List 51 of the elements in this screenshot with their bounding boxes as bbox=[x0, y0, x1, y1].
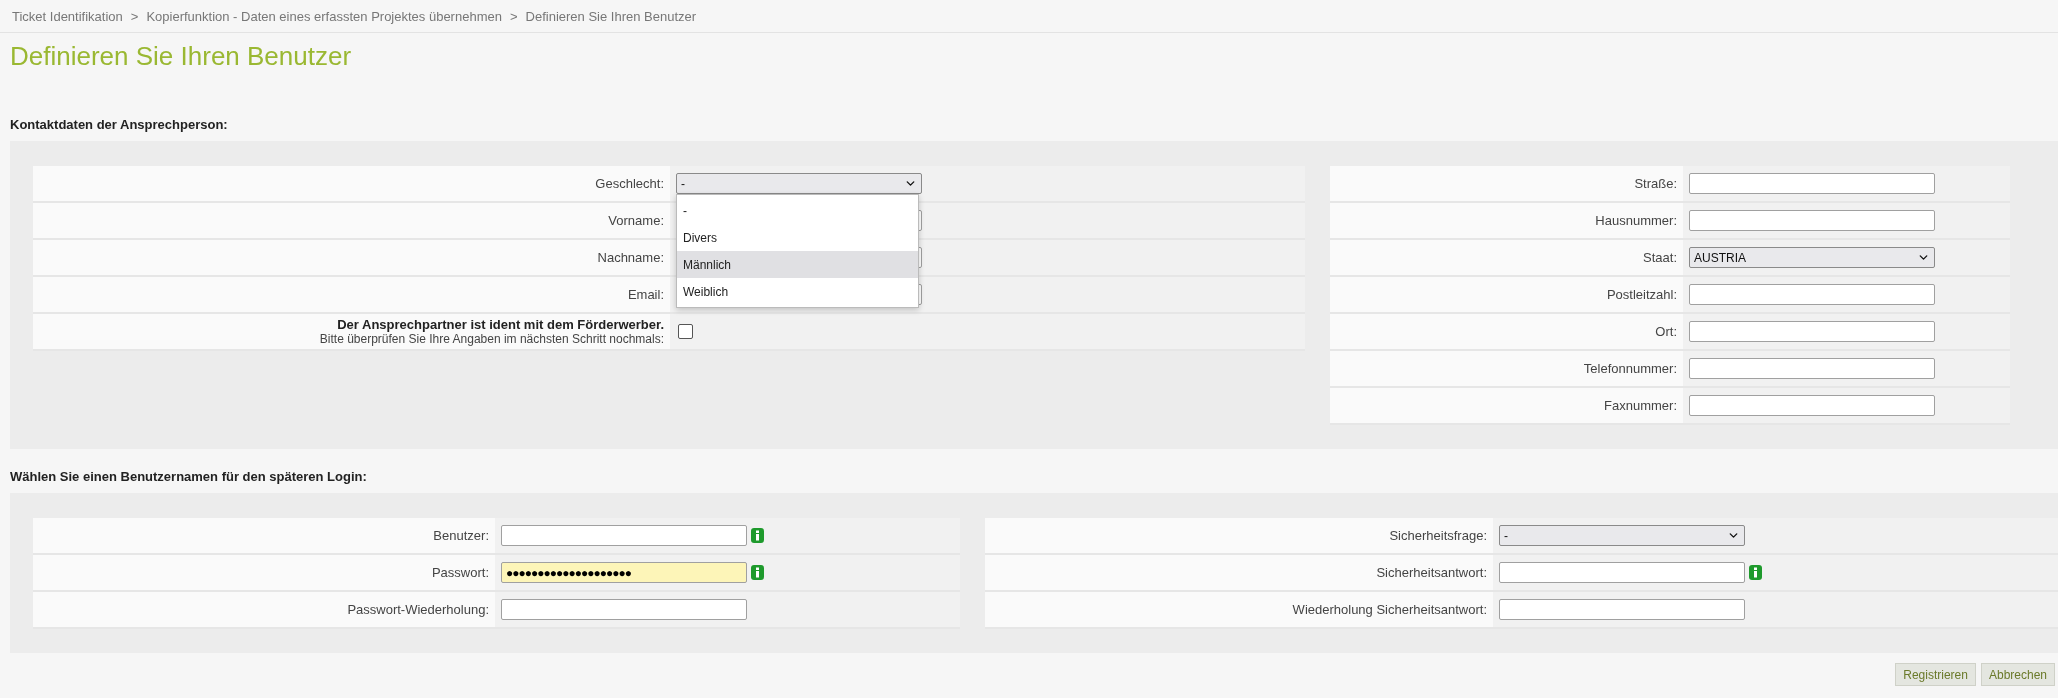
field-label: Sicherheitsfrage: bbox=[1389, 528, 1487, 543]
input-field[interactable] bbox=[1499, 562, 1745, 583]
input-field[interactable] bbox=[1689, 210, 1935, 231]
input-field[interactable] bbox=[1689, 173, 1935, 194]
breadcrumb-link[interactable]: Kopierfunktion - Daten eines erfassten Projektes übernehmen bbox=[146, 8, 502, 24]
select-field[interactable]: - bbox=[676, 173, 922, 194]
field-label: Faxnummer: bbox=[1604, 398, 1677, 413]
field-label: Telefonnummer: bbox=[1583, 361, 1677, 376]
input-field[interactable] bbox=[1689, 358, 1935, 379]
field-label: Postleitzahl: bbox=[1606, 287, 1677, 302]
field-label: Email: bbox=[627, 287, 664, 302]
field-label: Staat: bbox=[1643, 250, 1677, 265]
form-button[interactable]: Abbrechen bbox=[1980, 663, 2055, 686]
dropdown-option[interactable]: - bbox=[677, 197, 918, 224]
field-note: Bitte überprüfen Sie Ihre Angaben im nächsten Schritt nochmals: bbox=[319, 332, 664, 346]
field-label: Benutzer: bbox=[433, 528, 489, 543]
input-field[interactable] bbox=[501, 599, 747, 620]
section-heading: Kontaktdaten der Ansprechperson: bbox=[10, 116, 228, 132]
breadcrumb-link[interactable]: Ticket Identifikation bbox=[12, 8, 123, 24]
field-label: Wiederholung Sicherheitsantwort: bbox=[1292, 602, 1487, 617]
input-field[interactable] bbox=[1499, 599, 1745, 620]
section-heading: Wählen Sie einen Benutzernamen für den späteren Login: bbox=[10, 468, 367, 484]
field-label: Ort: bbox=[1655, 324, 1677, 339]
input-field[interactable] bbox=[501, 525, 747, 546]
field-label: Sicherheitsantwort: bbox=[1376, 565, 1487, 580]
dropdown-option[interactable]: Weiblich bbox=[677, 278, 918, 305]
dropdown-option[interactable]: Männlich bbox=[677, 251, 918, 278]
field-label: Der Ansprechpartner ist ident mit dem Förderwerber. bbox=[337, 317, 664, 332]
info-icon[interactable] bbox=[751, 528, 764, 543]
field-label: Straße: bbox=[1634, 176, 1677, 191]
select-field[interactable]: - bbox=[1499, 525, 1745, 546]
field-label: Nachname: bbox=[597, 250, 664, 265]
input-field[interactable] bbox=[1689, 284, 1935, 305]
form-button[interactable]: Registrieren bbox=[1895, 663, 1976, 686]
select-field[interactable]: AUSTRIA bbox=[1689, 247, 1935, 268]
input-field[interactable] bbox=[1689, 395, 1935, 416]
breadcrumb-separator: > bbox=[130, 8, 139, 24]
field-label: Geschlecht: bbox=[595, 176, 664, 191]
checkbox[interactable] bbox=[678, 324, 693, 339]
input-field[interactable]: ●●●●●●●●●●●●●●●●●●●● bbox=[501, 562, 747, 583]
field-label: Passwort-Wiederholung: bbox=[347, 602, 489, 617]
info-icon[interactable] bbox=[1749, 565, 1762, 580]
breadcrumb-separator: > bbox=[509, 8, 518, 24]
field-label: Vorname: bbox=[608, 213, 664, 228]
input-field[interactable] bbox=[1689, 321, 1935, 342]
breadcrumb-link[interactable]: Definieren Sie Ihren Benutzer bbox=[525, 8, 697, 24]
page-title: Definieren Sie Ihren Benutzer bbox=[10, 41, 353, 73]
dropdown-option[interactable]: Divers bbox=[677, 224, 918, 251]
field-label: Passwort: bbox=[431, 565, 489, 580]
info-icon[interactable] bbox=[751, 565, 764, 580]
field-label: Hausnummer: bbox=[1595, 213, 1677, 228]
